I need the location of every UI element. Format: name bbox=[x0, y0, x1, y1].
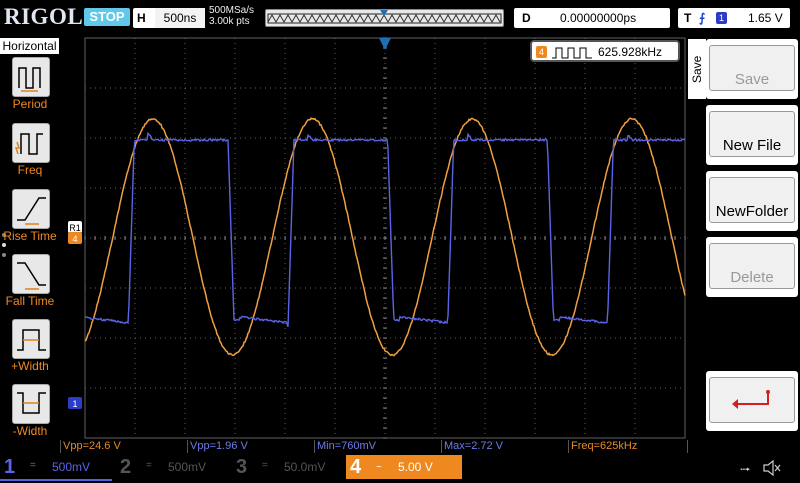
sample-rate: 500MSa/s bbox=[209, 5, 254, 16]
counter-value: 625.928kHz bbox=[598, 41, 662, 63]
meas-freq-ch4: Freq=625kHz bbox=[568, 440, 688, 453]
meas-min-ch1: Min=760mV bbox=[314, 440, 442, 453]
measure-rise-time-label: Rise Time bbox=[0, 229, 60, 243]
rising-edge-icon: ⨍ bbox=[699, 8, 705, 28]
delete-button-label: Delete bbox=[709, 243, 795, 289]
measure-menu: Horizontal Period Freq Rise Time Fall Ti… bbox=[0, 37, 60, 455]
measurement-results-bar: Vpp=24.6 V Vpp=1.96 V Min=760mV Max=2.72… bbox=[60, 439, 688, 454]
horizontal-timebase[interactable]: H 500ns bbox=[133, 8, 205, 28]
measure-period-label: Period bbox=[0, 97, 60, 111]
channel-2-scale: 500mV bbox=[168, 455, 206, 479]
measure-period[interactable]: Period bbox=[0, 57, 60, 121]
measure-menu-title: Horizontal bbox=[0, 38, 59, 54]
period-icon bbox=[12, 57, 50, 97]
trigger-readout[interactable]: T ⨍ 1 1.65 V bbox=[678, 8, 790, 28]
measure-freq[interactable]: Freq bbox=[0, 123, 60, 187]
sample-info: 500MSa/s 3.00k pts bbox=[209, 5, 254, 27]
channel-1-scale: 500mV bbox=[52, 455, 90, 479]
delay-readout[interactable]: D 0.00000000ps bbox=[514, 8, 670, 28]
horizontal-key: H bbox=[133, 11, 152, 25]
meas-max-ch1: Max=2.72 V bbox=[441, 440, 569, 453]
measure-neg-width-label: -Width bbox=[0, 424, 60, 438]
delete-button[interactable]: Delete bbox=[706, 237, 798, 297]
frequency-counter: 4 625.928kHz bbox=[530, 40, 680, 62]
save-button[interactable]: Save bbox=[706, 39, 798, 99]
trigger-position-top-marker bbox=[379, 38, 391, 50]
trigger-level: 1.65 V bbox=[748, 8, 783, 28]
ref-r1-marker-label: R1 bbox=[69, 223, 81, 233]
return-button[interactable] bbox=[706, 371, 798, 431]
memory-depth: 3.00k pts bbox=[209, 16, 254, 27]
measure-fall-time[interactable]: Fall Time bbox=[0, 254, 60, 318]
neg-width-icon bbox=[12, 384, 50, 424]
channel-3-button[interactable]: 3 = 50.0mV bbox=[232, 455, 344, 479]
measure-neg-width[interactable]: -Width bbox=[0, 384, 60, 448]
channel-2-coupling: = bbox=[146, 454, 152, 478]
trigger-position-marker bbox=[380, 10, 388, 16]
measure-pos-width-label: +Width bbox=[0, 359, 60, 373]
channel-3-scale: 50.0mV bbox=[284, 455, 325, 479]
measure-fall-time-label: Fall Time bbox=[0, 294, 60, 308]
usb-icon: ⭬ bbox=[740, 459, 751, 483]
channel-1-coupling: = bbox=[30, 454, 36, 478]
waveform-display[interactable]: R141T 4 625.928kHz bbox=[60, 37, 688, 439]
new-file-button[interactable]: New File bbox=[706, 105, 798, 165]
timebase-value: 500ns bbox=[155, 8, 205, 28]
channel-2-number: 2 bbox=[120, 455, 142, 479]
run-stop-status[interactable]: STOP bbox=[84, 8, 130, 26]
top-status-bar: RIGOL STOP H 500ns 500MSa/s 3.00k pts D … bbox=[0, 0, 800, 37]
channel-4-number: 4 bbox=[350, 455, 372, 479]
channel-1-button[interactable]: 1 = 500mV bbox=[0, 455, 112, 481]
speaker-muted-icon[interactable] bbox=[762, 460, 782, 476]
return-icon bbox=[710, 378, 794, 422]
channel-bar: 1 = 500mV 2 = 500mV 3 = 50.0mV 4 ~ 5.00 … bbox=[0, 455, 800, 480]
new-file-button-label: New File bbox=[709, 111, 795, 157]
brand-logo: RIGOL bbox=[4, 4, 83, 30]
new-folder-button-label: NewFolder bbox=[709, 177, 795, 223]
rise-time-icon bbox=[12, 189, 50, 229]
channel-4-coupling: ~ bbox=[376, 456, 382, 480]
freq-icon bbox=[12, 123, 50, 163]
save-button-label: Save bbox=[709, 45, 795, 91]
channel-1-number: 1 bbox=[4, 455, 26, 479]
trigger-key: T bbox=[684, 8, 691, 28]
save-menu-title: Save bbox=[688, 39, 706, 99]
channel-4-scale: 5.00 V bbox=[398, 455, 433, 479]
channel-4-offset-marker-label: 4 bbox=[72, 234, 77, 244]
meas-vpp-ch1: Vpp=1.96 V bbox=[187, 440, 315, 453]
fall-time-icon bbox=[12, 254, 50, 294]
square-wave-icon bbox=[552, 46, 594, 60]
pos-width-icon bbox=[12, 319, 50, 359]
measure-freq-label: Freq bbox=[0, 163, 60, 177]
counter-channel: 4 bbox=[536, 46, 547, 58]
delay-key: D bbox=[522, 8, 531, 28]
trigger-source-channel: 1 bbox=[716, 12, 727, 24]
save-menu: Save Save New File NewFolder Delete bbox=[688, 37, 800, 455]
channel-3-coupling: = bbox=[262, 454, 268, 478]
delay-value: 0.00000000ps bbox=[560, 8, 636, 28]
channel-1-offset-marker-label: 1 bbox=[72, 399, 77, 409]
channel-3-number: 3 bbox=[236, 455, 258, 479]
meas-vpp-ch4: Vpp=24.6 V bbox=[60, 440, 188, 453]
waveform-grid: R141T bbox=[60, 37, 688, 439]
measure-pos-width[interactable]: +Width bbox=[0, 319, 60, 383]
channel-2-button[interactable]: 2 = 500mV bbox=[116, 455, 228, 479]
measure-rise-time[interactable]: Rise Time bbox=[0, 189, 60, 253]
memory-waveform-preview bbox=[266, 10, 503, 26]
new-folder-button[interactable]: NewFolder bbox=[706, 171, 798, 231]
memory-overview-strip[interactable] bbox=[265, 9, 504, 27]
channel-4-button[interactable]: 4 ~ 5.00 V bbox=[346, 455, 462, 479]
